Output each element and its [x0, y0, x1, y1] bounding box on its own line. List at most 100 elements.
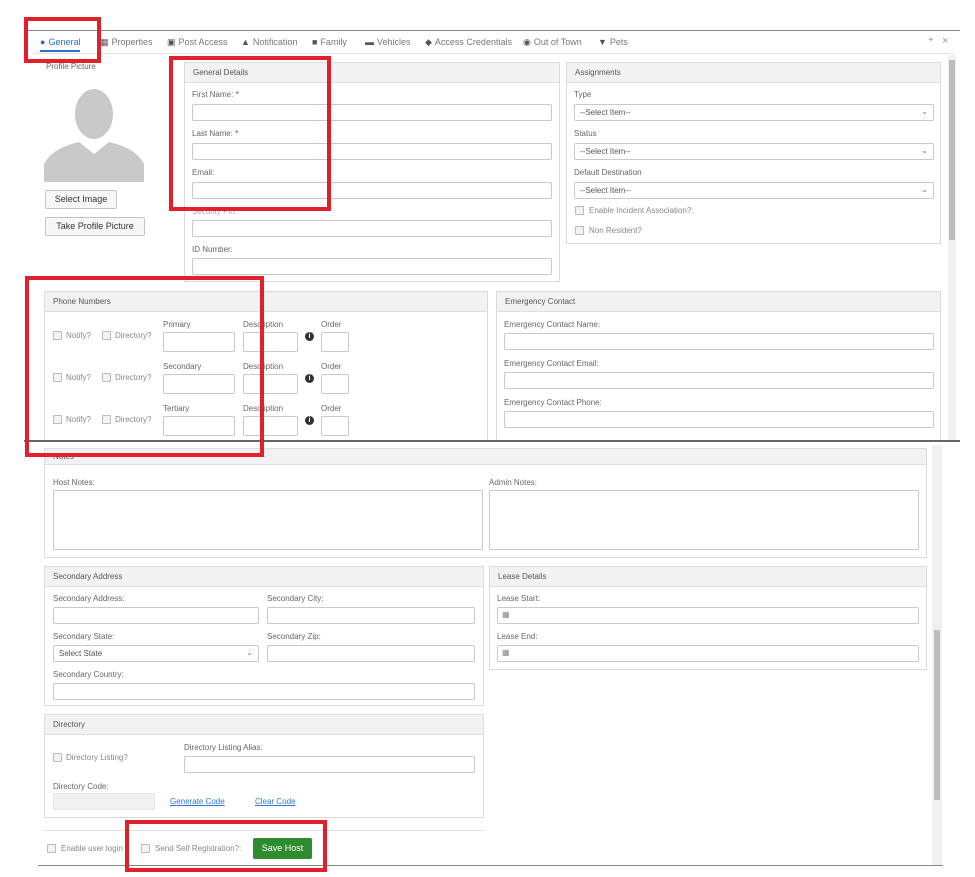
lease-details-title: Lease Details	[490, 567, 926, 587]
id-number-label: ID Number:	[192, 245, 233, 254]
host-notes-textarea[interactable]	[53, 490, 483, 550]
phone-1-order-input[interactable]	[321, 332, 349, 352]
general-details-panel: General Details	[184, 62, 560, 282]
incident-association-checkbox[interactable]	[575, 206, 584, 215]
family-icon: ■	[312, 37, 318, 47]
id-number-input[interactable]	[192, 258, 552, 275]
chevron-down-icon: ⌄	[921, 107, 928, 116]
type-select[interactable]: --Select Item-- ⌄	[574, 104, 934, 121]
lower-scrollbar[interactable]	[932, 445, 942, 865]
upper-scrollbar-thumb[interactable]	[949, 60, 955, 240]
admin-notes-textarea[interactable]	[489, 490, 919, 550]
phone-3-notify-label: Notify?	[66, 415, 91, 424]
generate-code-link[interactable]: Generate Code	[170, 797, 225, 806]
directory-listing-checkbox[interactable]	[53, 753, 62, 762]
phone-2-order-input[interactable]	[321, 374, 349, 394]
close-icon[interactable]: ×	[942, 35, 948, 47]
emergency-name-input[interactable]	[504, 333, 934, 350]
phone-3-directory-checkbox[interactable]	[102, 415, 111, 424]
directory-code-input	[53, 793, 155, 810]
phone-1-order-label: Order	[321, 320, 342, 329]
last-name-label: Last Name: *	[192, 129, 239, 138]
security-pin-label: Security Pin:	[192, 207, 237, 216]
tab-access-credentials[interactable]: ◆ Access Credentials	[425, 37, 512, 48]
phone-3-description-input[interactable]	[243, 416, 298, 436]
phone-3-input[interactable]	[163, 416, 235, 436]
expand-icon[interactable]: +	[928, 35, 934, 46]
tab-general[interactable]: ● General	[40, 37, 81, 52]
upper-scrollbar[interactable]	[948, 55, 956, 440]
required-mark: *	[235, 129, 239, 138]
user-icon: ●	[40, 37, 46, 47]
phone-3-directory-label: Directory?	[115, 415, 152, 424]
first-name-input[interactable]	[192, 104, 552, 121]
secondary-address-title: Secondary Address	[45, 567, 483, 587]
top-border	[24, 30, 960, 31]
email-input[interactable]	[192, 182, 552, 199]
phone-2-label: Secondary	[163, 362, 202, 371]
building-icon: ▦	[100, 37, 109, 47]
security-pin-input[interactable]	[192, 220, 552, 237]
tab-out-of-town[interactable]: ◉ Out of Town	[523, 37, 582, 48]
status-label: Status	[574, 129, 597, 138]
clear-code-link[interactable]: Clear Code	[255, 797, 295, 806]
phone-1-directory-checkbox[interactable]	[102, 331, 111, 340]
phone-1-description-input[interactable]	[243, 332, 298, 352]
calendar-icon[interactable]: ▦	[502, 648, 510, 657]
secondary-city-input[interactable]	[267, 607, 475, 624]
chevron-down-icon: ⌄	[921, 146, 928, 155]
tab-properties[interactable]: ▦ Properties	[100, 37, 153, 48]
tab-vehicles[interactable]: ▬ Vehicles	[365, 37, 411, 47]
phone-numbers-title: Phone Numbers	[45, 292, 487, 312]
tab-post-access[interactable]: ▣ Post Access	[167, 37, 228, 48]
directory-alias-input[interactable]	[184, 756, 475, 773]
emergency-name-label: Emergency Contact Name:	[504, 320, 601, 329]
phone-1-input[interactable]	[163, 332, 235, 352]
directory-listing-label: Directory Listing?	[66, 753, 128, 762]
emergency-email-input[interactable]	[504, 372, 934, 389]
tab-notification[interactable]: ▲ Notification	[241, 37, 297, 47]
phone-2-description-input[interactable]	[243, 374, 298, 394]
info-icon: i	[305, 374, 314, 383]
secondary-country-input[interactable]	[53, 683, 475, 700]
phone-1-directory-label: Directory?	[115, 331, 152, 340]
last-name-input[interactable]	[192, 143, 552, 160]
phone-1-notify-label: Notify?	[66, 331, 91, 340]
send-self-registration-checkbox[interactable]	[141, 844, 150, 853]
required-mark: *	[235, 90, 239, 99]
phone-3-order-input[interactable]	[321, 416, 349, 436]
secondary-zip-input[interactable]	[267, 645, 475, 662]
phone-2-input[interactable]	[163, 374, 235, 394]
secondary-state-select[interactable]: Select State ⌄	[53, 645, 259, 662]
emergency-phone-input[interactable]	[504, 411, 934, 428]
phone-2-directory-checkbox[interactable]	[102, 373, 111, 382]
tab-family[interactable]: ■ Family	[312, 37, 347, 47]
info-icon: i	[305, 332, 314, 341]
assignments-title: Assignments	[567, 63, 940, 83]
tab-general-underline	[40, 50, 81, 52]
car-icon: ▬	[365, 37, 374, 47]
status-select[interactable]: --Select Item-- ⌄	[574, 143, 934, 160]
lower-scrollbar-thumb[interactable]	[934, 630, 940, 800]
calendar-icon[interactable]: ▦	[502, 610, 510, 619]
phone-2-notify-label: Notify?	[66, 373, 91, 382]
tab-pets[interactable]: ▼ Pets	[598, 37, 628, 47]
emergency-phone-label: Emergency Contact Phone:	[504, 398, 602, 407]
globe-icon: ◉	[523, 37, 531, 47]
emergency-contact-title: Emergency Contact	[497, 292, 940, 312]
non-resident-checkbox[interactable]	[575, 226, 584, 235]
lease-start-input[interactable]: ▦	[497, 607, 919, 624]
select-image-button[interactable]: Select Image	[45, 190, 117, 209]
phone-3-notify-checkbox[interactable]	[53, 415, 62, 424]
profile-picture-label: Profile Picture	[46, 62, 96, 71]
bottom-border	[38, 865, 943, 866]
phone-1-notify-checkbox[interactable]	[53, 331, 62, 340]
secondary-address-input[interactable]	[53, 607, 259, 624]
enable-user-login-checkbox[interactable]	[47, 844, 56, 853]
take-profile-picture-button[interactable]: Take Profile Picture	[45, 217, 145, 236]
save-host-button[interactable]: Save Host	[253, 838, 312, 859]
default-destination-select[interactable]: --Select Item-- ⌄	[574, 182, 934, 199]
phone-2-notify-checkbox[interactable]	[53, 373, 62, 382]
directory-alias-label: Directory Listing Alias:	[184, 743, 263, 752]
lease-end-input[interactable]: ▦	[497, 645, 919, 662]
